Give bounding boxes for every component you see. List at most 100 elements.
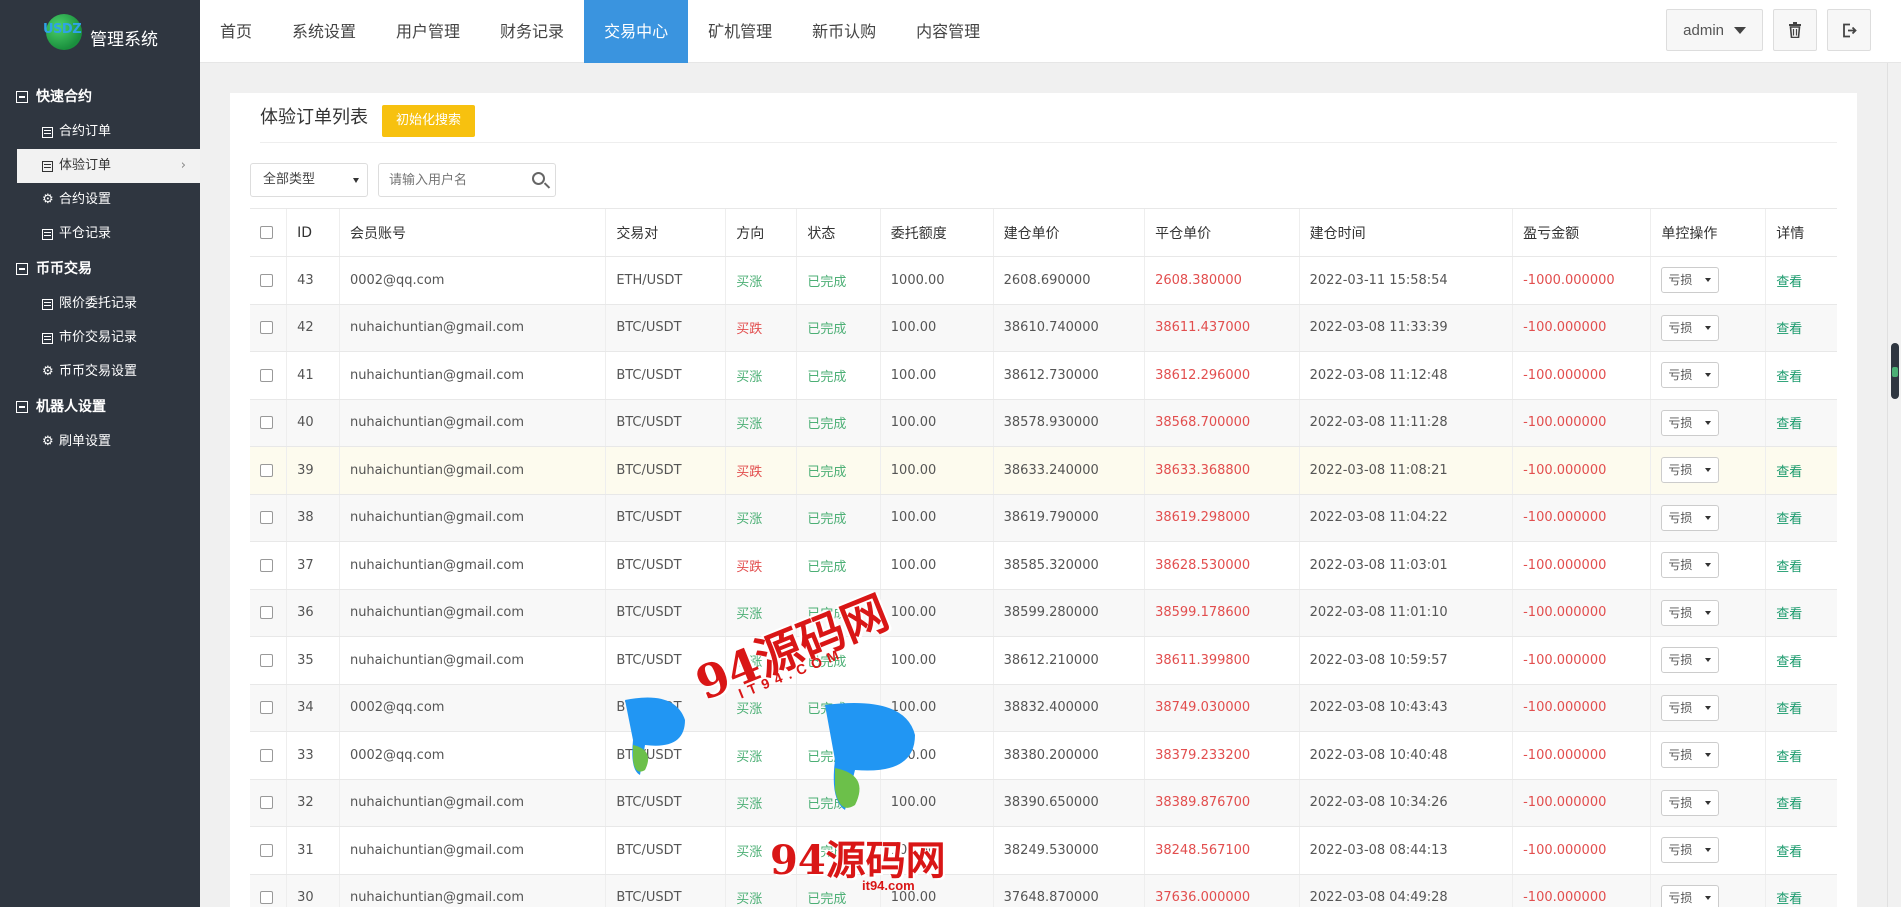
select-arrow-icon bbox=[1705, 610, 1712, 615]
view-detail-link[interactable]: 查看 bbox=[1776, 845, 1802, 860]
view-detail-link[interactable]: 查看 bbox=[1776, 702, 1802, 717]
view-detail-link[interactable]: 查看 bbox=[1776, 275, 1802, 290]
nav-tab-4[interactable]: 交易中心 bbox=[584, 0, 689, 63]
row-checkbox[interactable] bbox=[260, 321, 273, 335]
sidebar-item-0-2[interactable]: ⚙ 合约设置 bbox=[0, 183, 200, 217]
row-checkbox[interactable] bbox=[260, 748, 273, 762]
member-account: nuhaichuntian@gmail.com bbox=[338, 494, 606, 542]
nav-tab-2[interactable]: 用户管理 bbox=[376, 0, 480, 63]
page-scrollbar[interactable] bbox=[1887, 63, 1901, 907]
view-detail-link[interactable]: 查看 bbox=[1776, 655, 1802, 670]
control-select[interactable]: 亏损 bbox=[1661, 884, 1720, 907]
control-select[interactable]: 亏损 bbox=[1661, 409, 1720, 436]
logout-button[interactable] bbox=[1827, 9, 1871, 51]
select-all-checkbox[interactable] bbox=[260, 226, 273, 239]
view-detail-link[interactable]: 查看 bbox=[1776, 370, 1802, 385]
member-account: 0002@qq.com bbox=[338, 731, 606, 780]
order-amount: 100.00 bbox=[879, 494, 994, 542]
row-checkbox[interactable] bbox=[260, 701, 273, 715]
username-search-input[interactable] bbox=[379, 164, 519, 196]
order-status: 已完成 bbox=[796, 494, 881, 542]
order-amount: 100.00 bbox=[879, 541, 994, 590]
sidebar-group-0[interactable]: 快速合约 bbox=[0, 79, 200, 115]
row-checkbox[interactable] bbox=[260, 891, 273, 905]
control-select[interactable]: 亏损 bbox=[1661, 837, 1720, 864]
trade-direction: 买跌 bbox=[725, 446, 797, 495]
control-select[interactable]: 亏损 bbox=[1661, 647, 1720, 674]
row-checkbox[interactable] bbox=[260, 368, 273, 382]
detail-cell: 查看 bbox=[1765, 399, 1837, 447]
view-detail-link[interactable]: 查看 bbox=[1776, 750, 1802, 765]
profit-loss: -100.000000 bbox=[1512, 826, 1651, 875]
row-checkbox[interactable] bbox=[260, 273, 273, 287]
control-select[interactable]: 亏损 bbox=[1661, 267, 1720, 294]
nav-tab-0[interactable]: 首页 bbox=[200, 0, 272, 63]
view-detail-link[interactable]: 查看 bbox=[1776, 607, 1802, 622]
column-header: 状态 bbox=[796, 208, 881, 257]
row-checkbox[interactable] bbox=[260, 796, 273, 810]
row-select-cell bbox=[250, 779, 287, 827]
row-checkbox[interactable] bbox=[260, 606, 273, 620]
row-checkbox[interactable] bbox=[260, 463, 273, 477]
clear-cache-button[interactable] bbox=[1773, 9, 1817, 51]
sidebar-item-1-0[interactable]: 限价委托记录 bbox=[0, 287, 200, 321]
column-header: 建仓单价 bbox=[992, 208, 1145, 257]
nav-tab-6[interactable]: 新币认购 bbox=[792, 0, 896, 63]
view-detail-link[interactable]: 查看 bbox=[1776, 465, 1802, 480]
view-detail-link[interactable]: 查看 bbox=[1776, 417, 1802, 432]
trade-direction: 买涨 bbox=[725, 731, 797, 780]
order-id: 38 bbox=[286, 494, 340, 542]
sidebar-item-0-0[interactable]: 合约订单 bbox=[0, 115, 200, 149]
user-menu-button[interactable]: admin bbox=[1666, 9, 1763, 51]
sidebar-group-1[interactable]: 币币交易 bbox=[0, 251, 200, 287]
control-select[interactable]: 亏损 bbox=[1661, 694, 1720, 721]
main-nav: 首页 系统设置 用户管理 财务记录 交易中心 矿机管理 新币认购 内容管理 bbox=[200, 0, 1000, 63]
sidebar-item-2-0[interactable]: ⚙ 刷单设置 bbox=[0, 425, 200, 459]
view-detail-link[interactable]: 查看 bbox=[1776, 797, 1802, 812]
sidebar-item-1-2[interactable]: ⚙ 币币交易设置 bbox=[0, 355, 200, 389]
logo-area[interactable]: USDZ 管理系统 bbox=[0, 0, 200, 63]
open-price: 38380.200000 bbox=[992, 731, 1145, 780]
control-select[interactable]: 亏损 bbox=[1661, 552, 1720, 579]
control-select[interactable]: 亏损 bbox=[1661, 599, 1720, 626]
detail-cell: 查看 bbox=[1765, 494, 1837, 542]
sidebar-item-1-1[interactable]: 市价交易记录 bbox=[0, 321, 200, 355]
view-detail-link[interactable]: 查看 bbox=[1776, 512, 1802, 527]
view-detail-link[interactable]: 查看 bbox=[1776, 560, 1802, 575]
order-id: 40 bbox=[286, 399, 340, 447]
sidebar-item-label: 合约设置 bbox=[59, 192, 112, 207]
sidebar-group-2[interactable]: 机器人设置 bbox=[0, 389, 200, 425]
close-price: 2608.380000 bbox=[1144, 256, 1300, 305]
control-select[interactable]: 亏损 bbox=[1661, 314, 1720, 341]
sidebar-item-0-3[interactable]: 平仓记录 bbox=[0, 217, 200, 251]
view-detail-link[interactable]: 查看 bbox=[1776, 322, 1802, 337]
column-header: 盈亏金额 bbox=[1512, 208, 1651, 257]
trade-direction: 买涨 bbox=[725, 494, 797, 542]
nav-tab-7[interactable]: 内容管理 bbox=[896, 0, 1000, 63]
trading-pair: BTC/USDT bbox=[605, 541, 726, 590]
nav-tab-3[interactable]: 财务记录 bbox=[480, 0, 584, 63]
control-value: 亏损 bbox=[1668, 653, 1693, 668]
control-select[interactable]: 亏损 bbox=[1661, 789, 1720, 816]
reset-search-button[interactable]: 初始化搜索 bbox=[382, 105, 476, 137]
view-detail-link[interactable]: 查看 bbox=[1776, 892, 1802, 907]
control-select[interactable]: 亏损 bbox=[1661, 504, 1720, 531]
sidebar-item-0-1[interactable]: 体验订单 › bbox=[17, 149, 200, 183]
control-select[interactable]: 亏损 bbox=[1661, 362, 1720, 389]
doc-icon bbox=[42, 126, 53, 138]
search-icon[interactable] bbox=[532, 172, 545, 185]
row-checkbox[interactable] bbox=[260, 416, 273, 430]
nav-tab-5[interactable]: 矿机管理 bbox=[688, 0, 792, 63]
row-checkbox[interactable] bbox=[260, 653, 273, 667]
type-filter-select[interactable]: 全部类型 bbox=[250, 163, 368, 197]
nav-tab-1[interactable]: 系统设置 bbox=[272, 0, 376, 63]
control-select[interactable]: 亏损 bbox=[1661, 742, 1720, 769]
row-checkbox[interactable] bbox=[260, 511, 273, 525]
control-select[interactable]: 亏损 bbox=[1661, 457, 1720, 484]
member-account: nuhaichuntian@gmail.com bbox=[338, 304, 606, 352]
table-body: 43 0002@qq.com ETH/USDT 买涨 已完成 1000.00 2608.69… bbox=[250, 256, 1837, 907]
scrollbar-thumb[interactable] bbox=[1891, 343, 1899, 399]
row-checkbox[interactable] bbox=[260, 843, 273, 857]
control-value: 亏损 bbox=[1668, 558, 1693, 573]
row-checkbox[interactable] bbox=[260, 558, 273, 572]
